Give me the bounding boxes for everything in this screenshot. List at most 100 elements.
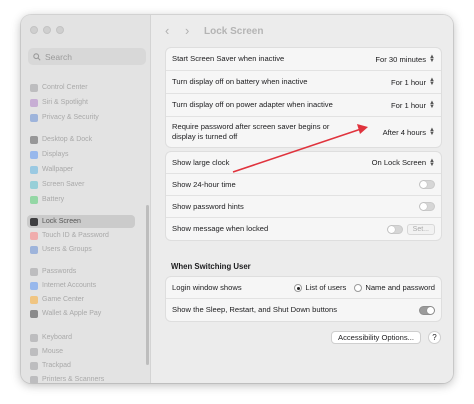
sidebar-item-label: Game Center bbox=[42, 296, 85, 303]
row-24-hour-time: Show 24-hour time bbox=[166, 174, 441, 196]
sidebar-item-label: Touch ID & Password bbox=[42, 232, 109, 239]
row-label-line1: Require password after screen saver begi… bbox=[172, 122, 330, 131]
row-large-clock: Show large clock On Lock Screen ▲ ▼ bbox=[166, 152, 441, 174]
sidebar-item-label: Wallet & Apple Pay bbox=[42, 310, 102, 317]
sidebar-item-label: Users & Groups bbox=[42, 246, 92, 253]
row-label: Show large clock bbox=[172, 157, 230, 167]
sidebar-item-label: Control Center bbox=[42, 84, 88, 91]
sidebar-item[interactable]: Wallpaper bbox=[27, 163, 135, 176]
lock-icon bbox=[30, 217, 38, 226]
sidebar-item[interactable]: Game Center bbox=[27, 293, 135, 306]
row-password-hints: Show password hints bbox=[166, 196, 441, 218]
control-center-icon bbox=[30, 83, 38, 92]
wallpaper-icon bbox=[30, 165, 38, 174]
row-label: Show the Sleep, Restart, and Shut Down b… bbox=[172, 305, 338, 314]
radio-name-and-password[interactable]: Name and password bbox=[354, 283, 435, 292]
sidebar-item-label: Wallpaper bbox=[42, 166, 74, 173]
sidebar-item[interactable]: Displays bbox=[27, 148, 135, 161]
sidebar-item[interactable]: Internet Accounts bbox=[27, 279, 135, 292]
sidebar-item[interactable]: Screen Saver bbox=[27, 178, 135, 191]
set-message-button[interactable]: Set... bbox=[406, 223, 435, 235]
zoom-window-button[interactable] bbox=[56, 26, 64, 34]
radio-dot bbox=[294, 283, 303, 292]
battery-display-off-popup[interactable]: For 1 hour ▲ ▼ bbox=[391, 77, 435, 87]
radio-list-of-users[interactable]: List of users bbox=[294, 283, 346, 292]
popup-value: For 1 hour bbox=[391, 77, 427, 87]
row-display-off-battery: Turn display off on battery when inactiv… bbox=[166, 71, 441, 94]
minimize-window-button[interactable] bbox=[43, 26, 51, 34]
sidebar-item-label: Siri & Spotlight bbox=[42, 99, 88, 106]
forward-arrow-icon[interactable]: › bbox=[185, 24, 189, 37]
toolbar: ‹ › Lock Screen bbox=[152, 15, 453, 49]
row-require-password: Require password after screen saver begi… bbox=[166, 117, 441, 147]
screen-saver-popup[interactable]: For 30 minutes ▲ ▼ bbox=[375, 54, 435, 64]
search-icon bbox=[33, 52, 41, 61]
section-title-switching-user: When Switching User bbox=[171, 262, 251, 271]
row-display-off-adapter: Turn display off on power adapter when i… bbox=[166, 94, 441, 117]
accessibility-options-button[interactable]: Accessibility Options... bbox=[331, 331, 421, 344]
sidebar-item-label: Trackpad bbox=[42, 362, 71, 369]
sidebar-item[interactable]: Users & Groups bbox=[27, 243, 135, 256]
row-message-locked: Show message when locked Set... bbox=[166, 218, 441, 240]
sidebar-item[interactable]: Touch ID & Password bbox=[27, 229, 135, 242]
screen-saver-group: Start Screen Saver when inactive For 30 … bbox=[165, 47, 442, 148]
message-locked-toggle[interactable] bbox=[386, 224, 403, 234]
sidebar-item[interactable]: Control Center bbox=[27, 81, 135, 94]
sidebar-item[interactable]: Keyboard bbox=[27, 331, 135, 344]
require-password-popup[interactable]: After 4 hours ▲ ▼ bbox=[382, 127, 435, 137]
sidebar-scrollbar[interactable] bbox=[146, 205, 149, 365]
key-icon bbox=[30, 267, 38, 276]
sidebar-item-label: Screen Saver bbox=[42, 181, 85, 188]
large-clock-popup[interactable]: On Lock Screen ▲ ▼ bbox=[372, 157, 435, 168]
updown-chevron-icon: ▲ ▼ bbox=[429, 77, 435, 87]
row-label: Require password after screen saver begi… bbox=[172, 122, 329, 142]
sidebar-item-label: Internet Accounts bbox=[42, 282, 97, 289]
fingerprint-icon bbox=[30, 231, 38, 240]
main-pane: ‹ › Lock Screen Start Screen Saver when … bbox=[152, 15, 453, 383]
screen-saver-icon bbox=[30, 180, 38, 189]
sidebar-item[interactable]: Lock Screen bbox=[27, 215, 135, 228]
radio-label: List of users bbox=[305, 283, 347, 292]
updown-chevron-icon: ▲ ▼ bbox=[429, 157, 435, 168]
popup-value: For 30 minutes bbox=[375, 54, 427, 64]
password-hints-toggle[interactable] bbox=[419, 202, 435, 211]
sidebar-item[interactable]: Trackpad bbox=[27, 359, 135, 372]
sidebar-item-label: Privacy & Security bbox=[42, 114, 99, 121]
sidebar-item-label: Keyboard bbox=[42, 334, 72, 341]
close-window-button[interactable] bbox=[30, 26, 38, 34]
row-start-screen-saver: Start Screen Saver when inactive For 30 … bbox=[166, 48, 441, 71]
updown-chevron-icon: ▲ ▼ bbox=[429, 100, 435, 110]
sidebar-item[interactable]: Privacy & Security bbox=[27, 111, 135, 124]
time-24h-toggle[interactable] bbox=[419, 180, 435, 189]
window-controls bbox=[30, 26, 64, 34]
sidebar-item[interactable]: Printers & Scanners bbox=[27, 373, 135, 383]
show-buttons-toggle[interactable] bbox=[419, 305, 435, 315]
search-field[interactable]: Search bbox=[28, 48, 146, 65]
popup-value: After 4 hours bbox=[382, 127, 427, 137]
sidebar-item[interactable]: Siri & Spotlight bbox=[27, 96, 135, 109]
row-label: Login window shows bbox=[172, 282, 242, 292]
wallet-icon bbox=[30, 309, 38, 318]
printer-icon bbox=[30, 375, 38, 383]
back-arrow-icon[interactable]: ‹ bbox=[165, 24, 169, 37]
row-label: Show password hints bbox=[172, 201, 244, 211]
display-icon bbox=[30, 150, 38, 159]
row-label-line2: display is turned off bbox=[172, 132, 238, 141]
sidebar-item[interactable]: Mouse bbox=[27, 345, 135, 358]
message-controls: Set... bbox=[386, 223, 435, 235]
sidebar-item-label: Lock Screen bbox=[42, 218, 81, 225]
sidebar-item[interactable]: Passwords bbox=[27, 265, 135, 278]
mouse-icon bbox=[30, 347, 38, 356]
at-icon bbox=[30, 281, 38, 290]
sidebar-item[interactable]: Desktop & Dock bbox=[27, 133, 135, 146]
sidebar: Search Control Center Siri & Spotlight Pri… bbox=[21, 15, 151, 383]
hand-icon bbox=[30, 113, 38, 122]
help-button[interactable]: ? bbox=[428, 331, 441, 344]
row-label: Show 24-hour time bbox=[172, 179, 236, 189]
adapter-display-off-popup[interactable]: For 1 hour ▲ ▼ bbox=[391, 100, 435, 110]
sidebar-item[interactable]: Wallet & Apple Pay bbox=[27, 307, 135, 320]
sidebar-item[interactable]: Battery bbox=[27, 193, 135, 206]
sidebar-item-label: Passwords bbox=[42, 268, 77, 275]
sidebar-item-label: Desktop & Dock bbox=[42, 136, 93, 143]
radio-label: Name and password bbox=[365, 283, 435, 292]
